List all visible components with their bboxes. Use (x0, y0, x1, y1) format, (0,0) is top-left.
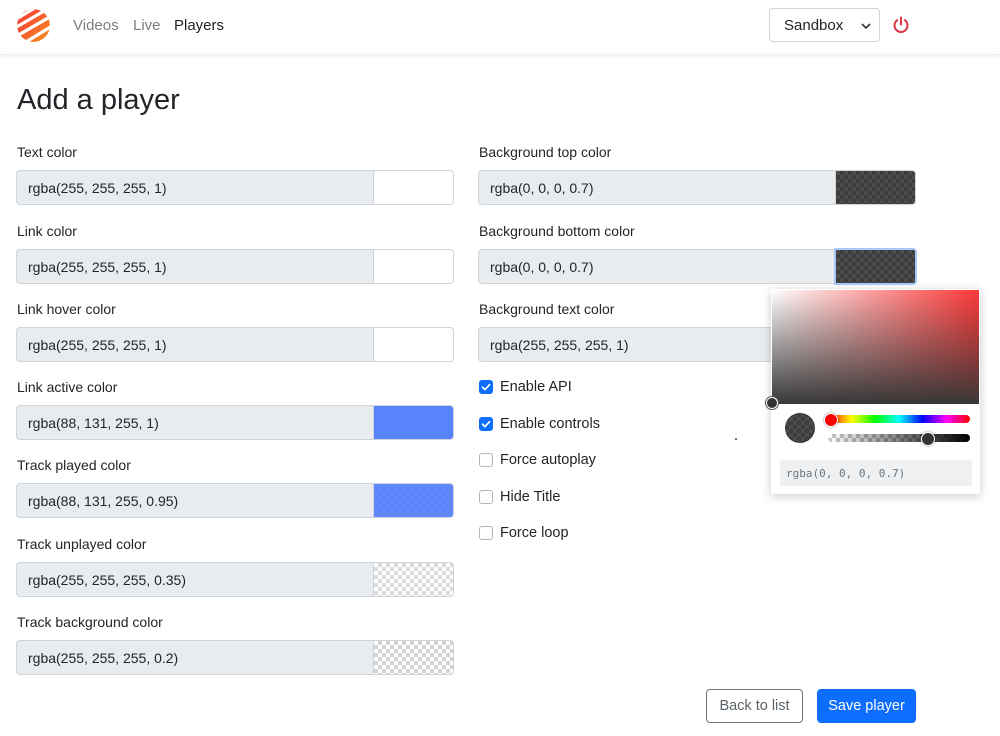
color-picker-popover[interactable]: rgba(0, 0, 0, 0.7) (766, 289, 980, 494)
hue-slider-handle[interactable] (824, 413, 838, 427)
link-color-label: Link color (17, 223, 77, 239)
hide-title-label[interactable]: Hide Title (500, 489, 560, 505)
track-unplayed-color-input[interactable]: rgba(255, 255, 255, 0.35) (16, 562, 374, 597)
color-preview (785, 413, 815, 443)
force-loop-label[interactable]: Force loop (500, 525, 569, 541)
link-color-input[interactable]: rgba(255, 255, 255, 1) (16, 249, 374, 284)
chevron-down-icon (861, 23, 871, 30)
text-color-label: Text color (17, 144, 77, 160)
track-played-color-input[interactable]: rgba(88, 131, 255, 0.95) (16, 483, 374, 518)
hide-title-checkbox[interactable] (479, 490, 493, 504)
force-autoplay-checkbox[interactable] (479, 453, 493, 467)
cursor-dot (735, 438, 737, 440)
logo-icon[interactable] (17, 9, 50, 42)
link-active-color-swatch[interactable] (374, 405, 454, 440)
page-title: Add a player (17, 84, 180, 116)
background-top-color-label: Background top color (479, 144, 612, 160)
background-bottom-color-swatch[interactable] (834, 248, 917, 285)
force-autoplay-label[interactable]: Force autoplay (500, 452, 596, 468)
background-bottom-color-input[interactable]: rgba(0, 0, 0, 0.7) (478, 249, 836, 284)
saturation-value-area[interactable] (772, 290, 979, 404)
track-background-color-label: Track background color (17, 614, 163, 630)
navbar: Videos Live Players Sandbox (0, 0, 1000, 55)
link-hover-color-swatch[interactable] (374, 327, 454, 362)
nav-link-live[interactable]: Live (133, 17, 161, 34)
save-player-button[interactable]: Save player (817, 689, 916, 723)
alpha-slider-handle[interactable] (921, 432, 936, 446)
text-color-swatch[interactable] (374, 170, 454, 205)
alpha-slider[interactable] (828, 434, 970, 442)
back-to-list-button[interactable]: Back to list (706, 689, 803, 723)
nav-link-videos[interactable]: Videos (73, 17, 119, 34)
link-hover-color-label: Link hover color (17, 301, 116, 317)
track-played-color-label: Track played color (17, 457, 131, 473)
color-picker-value[interactable]: rgba(0, 0, 0, 0.7) (780, 460, 972, 486)
enable-controls-checkbox[interactable] (479, 417, 493, 431)
nav-link-players[interactable]: Players (174, 17, 224, 34)
background-top-color-swatch[interactable] (836, 170, 916, 205)
track-unplayed-color-swatch[interactable] (374, 562, 454, 597)
force-loop-checkbox[interactable] (479, 526, 493, 540)
hue-slider[interactable] (828, 415, 970, 423)
track-played-color-swatch[interactable] (374, 483, 454, 518)
track-background-color-swatch[interactable] (374, 640, 454, 675)
link-active-color-label: Link active color (17, 379, 118, 395)
background-bottom-color-label: Background bottom color (479, 223, 635, 239)
environment-select-value: Sandbox (784, 17, 844, 34)
check-icon (481, 383, 491, 391)
link-color-swatch[interactable] (374, 249, 454, 284)
enable-controls-label[interactable]: Enable controls (500, 416, 600, 432)
text-color-input[interactable]: rgba(255, 255, 255, 1) (16, 170, 374, 205)
background-text-color-label: Background text color (479, 301, 615, 317)
track-unplayed-color-label: Track unplayed color (17, 536, 147, 552)
link-hover-color-input[interactable]: rgba(255, 255, 255, 1) (16, 327, 374, 362)
saturation-value-handle[interactable] (766, 397, 778, 409)
check-icon (481, 420, 491, 428)
track-background-color-input[interactable]: rgba(255, 255, 255, 0.2) (16, 640, 374, 675)
environment-select[interactable]: Sandbox (769, 8, 880, 42)
enable-api-label[interactable]: Enable API (500, 379, 572, 395)
background-top-color-input[interactable]: rgba(0, 0, 0, 0.7) (478, 170, 836, 205)
enable-api-checkbox[interactable] (479, 380, 493, 394)
link-active-color-input[interactable]: rgba(88, 131, 255, 1) (16, 405, 374, 440)
power-icon[interactable] (892, 16, 910, 34)
color-preview-fill (785, 413, 815, 443)
